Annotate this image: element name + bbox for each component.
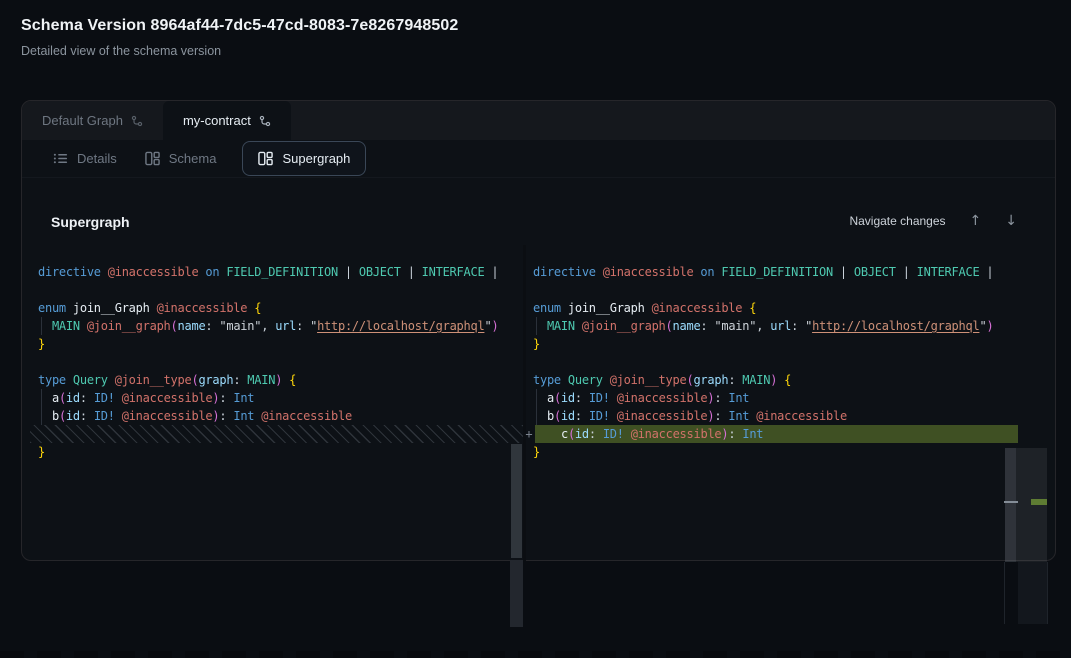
overview-ruler-cursor-mark — [1004, 501, 1018, 503]
minimap-border-line — [1004, 562, 1005, 624]
code-line: MAIN @join__graph(name: "main", url: "ht… — [525, 317, 1018, 335]
code-line — [30, 353, 523, 371]
tab-default-graph[interactable]: Default Graph — [22, 101, 163, 140]
code-line: b(id: ID! @inaccessible): Int @inaccessi… — [30, 407, 523, 425]
code-line: a(id: ID! @inaccessible): Int — [30, 389, 523, 407]
list-icon — [53, 151, 68, 166]
view-tab-bar: Details Schema — [22, 140, 1055, 178]
tab-details-label: Details — [77, 151, 117, 166]
navigate-changes-label: Navigate changes — [849, 214, 945, 228]
minimap-slider[interactable] — [1016, 448, 1047, 562]
code-line: enum join__Graph @inaccessible { — [30, 299, 523, 317]
tab-supergraph[interactable]: Supergraph — [242, 141, 366, 176]
code-link[interactable]: http://localhost/graphql — [812, 319, 979, 333]
overview-ruler-addition-mark — [1031, 499, 1047, 505]
variant-icon — [259, 115, 271, 127]
diff-insert-marker: + — [521, 425, 537, 443]
code-line: } — [30, 335, 523, 353]
code-line: a(id: ID! @inaccessible): Int — [525, 389, 1018, 407]
code-line: type Query @join__type(graph: MAIN) { — [30, 371, 523, 389]
diff-removed-placeholder — [30, 425, 523, 443]
minimap-border-line — [1047, 562, 1048, 624]
diff-added-line: c(id: ID! @inaccessible): Int — [535, 425, 1018, 443]
code-line: b(id: ID! @inaccessible): Int @inaccessi… — [525, 407, 1018, 425]
code-link[interactable]: http://localhost/graphql — [317, 319, 484, 333]
code-line: directive @inaccessible on FIELD_DEFINIT… — [30, 263, 523, 281]
code-line: } — [525, 335, 1018, 353]
code-line: } — [30, 443, 523, 461]
tab-default-graph-label: Default Graph — [42, 113, 123, 128]
panels-icon — [258, 151, 273, 166]
tab-my-contract[interactable]: my-contract — [163, 101, 291, 140]
graph-tab-bar: Default Graph my-contract — [22, 101, 1055, 140]
page-subtitle: Detailed view of the schema version — [21, 44, 221, 58]
previous-change-button[interactable]: ↑ — [970, 213, 982, 229]
code-line: MAIN @join__graph(name: "main", url: "ht… — [30, 317, 523, 335]
bottom-dashed-strip — [0, 651, 1071, 658]
panels-icon — [145, 151, 160, 166]
minimap-overflow-strip — [1018, 562, 1048, 624]
right-scrollbar-slider[interactable] — [1005, 448, 1016, 562]
code-line — [30, 281, 523, 299]
left-scrollbar-slider[interactable] — [511, 444, 522, 558]
tab-supergraph-label: Supergraph — [282, 151, 350, 166]
tab-schema[interactable]: Schema — [131, 142, 231, 175]
code-line: type Query @join__type(graph: MAIN) { — [525, 371, 1018, 389]
tab-details[interactable]: Details — [39, 142, 131, 175]
tab-my-contract-label: my-contract — [183, 113, 251, 128]
sash-overflow-strip — [510, 560, 523, 627]
code-line — [525, 353, 1018, 371]
page-title: Schema Version 8964af44-7dc5-47cd-8083-7… — [21, 17, 458, 35]
tab-schema-label: Schema — [169, 151, 217, 166]
variant-icon — [131, 115, 143, 127]
diff-left-pane[interactable]: directive @inaccessible on FIELD_DEFINIT… — [30, 245, 523, 561]
panel-title: Supergraph — [51, 214, 130, 230]
code-line: directive @inaccessible on FIELD_DEFINIT… — [525, 263, 1018, 281]
code-line: } — [525, 443, 1018, 461]
next-change-button[interactable]: ↓ — [1005, 213, 1017, 229]
code-line — [525, 281, 1018, 299]
schema-version-page: Schema Version 8964af44-7dc5-47cd-8083-7… — [0, 0, 1071, 658]
code-line: enum join__Graph @inaccessible { — [525, 299, 1018, 317]
navigate-changes: Navigate changes ↑ ↓ — [849, 213, 1017, 229]
diff-right-pane[interactable]: directive @inaccessible on FIELD_DEFINIT… — [525, 245, 1018, 561]
